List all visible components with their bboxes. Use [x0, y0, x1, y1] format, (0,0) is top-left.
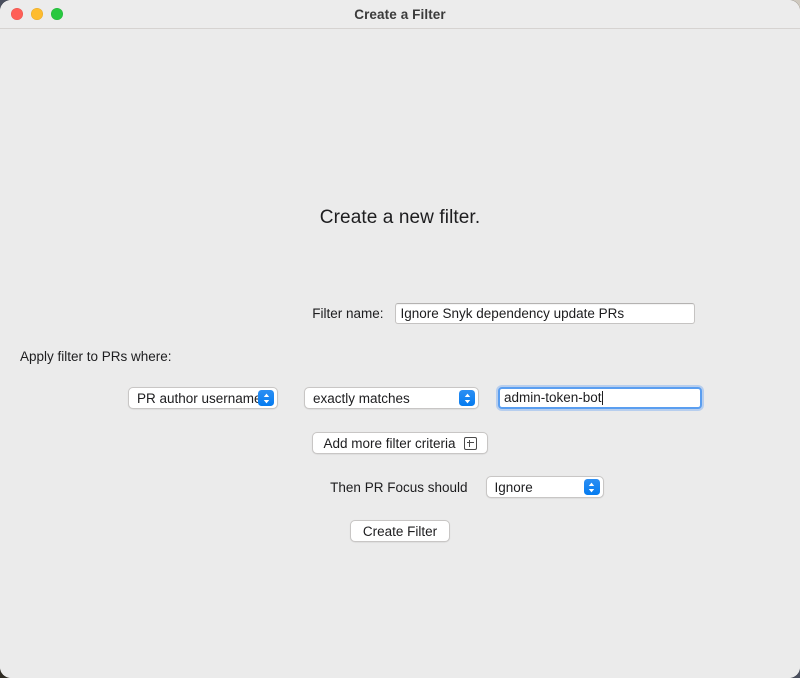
add-criteria-row: Add more filter criteria	[0, 432, 800, 454]
criteria-value-text: admin-token-bot	[504, 390, 602, 405]
window-titlebar: Create a Filter	[0, 0, 800, 29]
dialog-content: Create a new filter. Filter name: Ignore…	[0, 29, 800, 678]
filter-name-input[interactable]: Ignore Snyk dependency update PRs	[394, 303, 695, 324]
criteria-value-input[interactable]: admin-token-bot	[498, 387, 702, 409]
add-more-filter-criteria-button[interactable]: Add more filter criteria	[312, 432, 488, 454]
page-title: Create a new filter.	[319, 207, 481, 228]
text-caret	[601, 391, 603, 405]
plus-box-icon	[463, 436, 477, 450]
chevron-up-down-icon	[459, 390, 475, 406]
criteria-operator-select-value: exactly matches	[313, 390, 410, 406]
filter-action-select-value: Ignore	[494, 479, 533, 495]
create-filter-row: Create Filter	[0, 520, 800, 542]
minimize-window-button[interactable]	[31, 8, 43, 20]
close-window-button[interactable]	[11, 8, 23, 20]
filter-action-select[interactable]: Ignore	[485, 476, 604, 498]
add-criteria-label: Add more filter criteria	[323, 435, 456, 451]
criteria-operator-select[interactable]: exactly matches	[304, 387, 479, 409]
chevron-up-down-icon	[258, 390, 274, 406]
maximize-window-button[interactable]	[51, 8, 63, 20]
filter-action-label: Then PR Focus should	[330, 479, 468, 495]
window-title: Create a Filter	[354, 6, 446, 22]
filter-criteria-row: PR author username exactly matches admin…	[128, 387, 702, 409]
filter-action-row: Then PR Focus should Ignore	[0, 476, 800, 498]
chevron-up-down-icon	[583, 479, 600, 495]
create-filter-window: Create a Filter Create a new filter. Fil…	[0, 0, 800, 678]
filter-name-row: Filter name: Ignore Snyk dependency upda…	[0, 303, 800, 324]
criteria-field-select-value: PR author username	[137, 390, 262, 406]
create-filter-button[interactable]: Create Filter	[349, 520, 451, 542]
apply-filter-label: Apply filter to PRs where:	[20, 349, 172, 364]
filter-name-label: Filter name:	[312, 306, 384, 321]
criteria-field-select[interactable]: PR author username	[128, 387, 278, 409]
traffic-light-group	[11, 8, 63, 20]
